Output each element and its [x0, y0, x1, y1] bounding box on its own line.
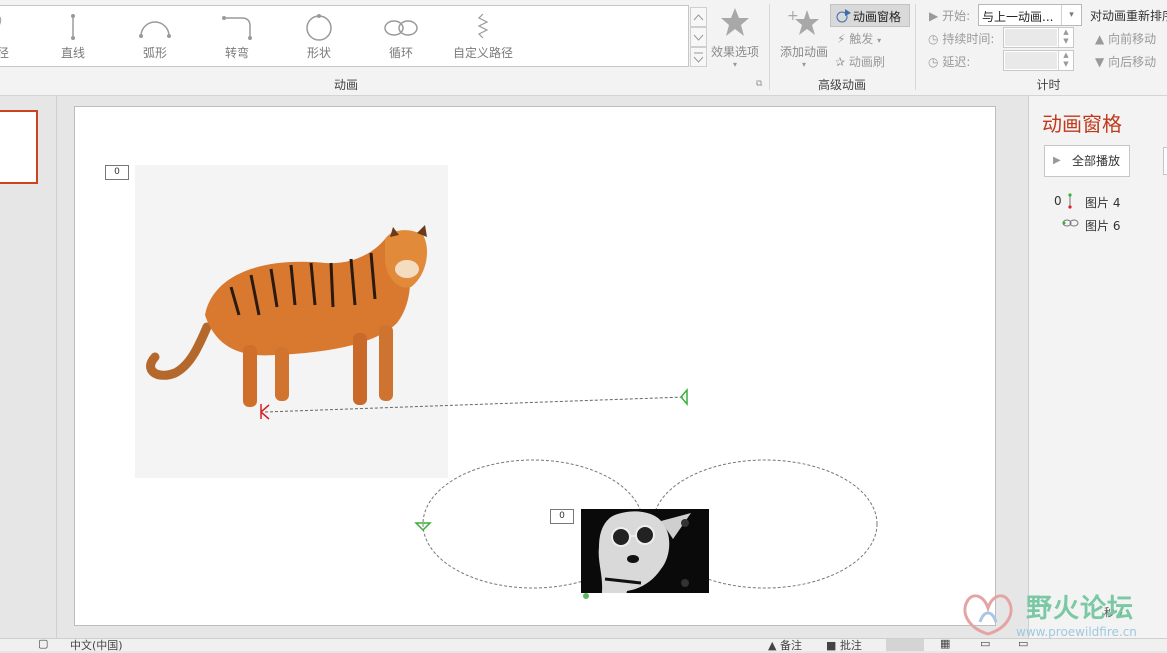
- loop-motion-icon: [1062, 219, 1079, 227]
- motion-path-gallery: 路径 直线 弧形 转弯 形状 循环 自定义路径: [0, 5, 689, 67]
- ribbon: 路径 直线 弧形 转弯 形状 循环 自定义路径 效果选项: [0, 0, 1167, 96]
- divider: [56, 96, 57, 638]
- animation-pane-label: 动画窗格: [853, 10, 902, 24]
- clock-icon: ◷: [928, 55, 939, 69]
- slide-thumbnail[interactable]: [0, 110, 38, 184]
- slide-canvas[interactable]: 0 0: [74, 106, 996, 626]
- shape-path-icon: [306, 14, 332, 41]
- loop-path-icon: [384, 20, 418, 36]
- turn-path-icon: [222, 16, 252, 40]
- comments-icon: ■: [826, 639, 837, 652]
- gallery-item-arc[interactable]: 弧形: [115, 12, 195, 61]
- language-indicator[interactable]: 中文(中国): [70, 637, 123, 653]
- arrow-up-icon: ▲: [1095, 32, 1105, 46]
- pane-title: 动画窗格: [1042, 112, 1122, 136]
- spin-arrows-icon[interactable]: ▲ ▼: [1058, 51, 1073, 70]
- line-path-icon: [71, 14, 75, 40]
- svg-text:+: +: [787, 8, 799, 24]
- motion-paths: [260, 387, 878, 589]
- chevron-down-icon: [693, 34, 704, 41]
- start-select[interactable]: 与上一动画... ▾: [978, 4, 1082, 26]
- animation-painter-button[interactable]: ✰ 动画刷: [835, 53, 885, 70]
- effect-options-label: 效果选项: [710, 45, 759, 59]
- watermark-logo: [963, 594, 1013, 636]
- reorder-title: 对动画重新排序: [1090, 9, 1167, 23]
- spin-arrows-icon[interactable]: ▲ ▼: [1058, 28, 1073, 47]
- effect-options-button[interactable]: 效果选项 ▾: [708, 6, 762, 69]
- arrow-down-icon: ▼: [1095, 55, 1105, 69]
- animation-painter-icon: ✰: [835, 55, 846, 69]
- comments-button[interactable]: ■ 批注: [826, 637, 862, 653]
- play-all-button[interactable]: ▶ 全部播放: [1044, 145, 1130, 177]
- line-motion-icon: [1068, 193, 1072, 209]
- dog-image: [581, 511, 709, 599]
- expand-gallery-icon: [693, 52, 704, 63]
- add-animation-button[interactable]: + 添加动画 ▾: [776, 6, 832, 69]
- dialog-launcher-icon[interactable]: ⧉: [756, 79, 762, 89]
- star-icon: [721, 8, 749, 36]
- custom-path-icon: [0, 16, 2, 26]
- chevron-down-icon: ▾: [1061, 5, 1081, 25]
- custom-freeform-path-icon: [477, 13, 489, 39]
- dog-picture[interactable]: [581, 509, 709, 599]
- gallery-item-turn[interactable]: 转弯: [197, 12, 277, 61]
- add-star-icon: +: [787, 8, 819, 35]
- spellcheck-icon[interactable]: ▢: [38, 637, 48, 650]
- arc-path-icon: [139, 21, 171, 38]
- gallery-item-freeform[interactable]: 自定义路径: [443, 12, 523, 61]
- chevron-down-icon: ▾: [801, 60, 806, 69]
- duration-label: ◷ 持续时间:: [928, 32, 995, 46]
- slide-sorter-icon[interactable]: ▦: [940, 637, 950, 650]
- group-label-timing: 计时: [1036, 78, 1061, 92]
- chevron-down-icon: ▾: [877, 36, 882, 45]
- move-earlier-button[interactable]: ▲ 向前移动: [1095, 30, 1156, 47]
- gallery-item-loop[interactable]: 循环: [361, 12, 441, 61]
- play-icon: ▶: [929, 9, 939, 23]
- trigger-button[interactable]: ⚡ 触发 ▾: [837, 30, 881, 47]
- pane-option-button[interactable]: [1163, 147, 1167, 175]
- add-animation-label: 添加动画: [779, 45, 828, 59]
- chevron-down-icon: ▾: [732, 60, 737, 69]
- gallery-item-line[interactable]: 直线: [33, 12, 113, 61]
- animation-pane: [1028, 96, 1167, 638]
- watermark-text: 野火论坛: [1026, 594, 1135, 624]
- watermark-url: www.proewildfire.cn: [1016, 625, 1137, 639]
- gallery-item-custom[interactable]: 路径: [0, 12, 37, 61]
- group-label-advanced: 高级动画: [817, 78, 866, 92]
- move-later-button[interactable]: ▼ 向后移动: [1095, 53, 1156, 70]
- animation-pane-icon: [836, 9, 851, 23]
- notes-button[interactable]: ▲ 备注: [768, 637, 802, 653]
- clock-icon: ◷: [928, 32, 939, 46]
- delay-label: ◷ 延迟:: [928, 55, 971, 69]
- animation-number-tag: 0: [550, 509, 574, 524]
- animation-list-item[interactable]: 图片 6: [1062, 217, 1120, 233]
- start-label: ▶ 开始:: [929, 9, 971, 23]
- lightning-icon: ⚡: [837, 32, 846, 46]
- group-label-animation: 动画: [333, 78, 358, 92]
- animation-pane-button[interactable]: 动画窗格: [830, 4, 910, 27]
- gallery-more[interactable]: [690, 47, 707, 67]
- play-icon: ▶: [1053, 155, 1061, 166]
- duration-input[interactable]: ▲ ▼: [1003, 27, 1074, 48]
- notes-icon: ▲: [768, 639, 777, 652]
- line-motion-path[interactable]: [264, 396, 686, 413]
- gallery-item-shape[interactable]: 形状: [279, 12, 359, 61]
- gallery-scroll-down[interactable]: [690, 27, 707, 47]
- path-start-marker-icon: [680, 387, 688, 407]
- normal-view-button[interactable]: [886, 639, 924, 651]
- gallery-scroll-up[interactable]: [690, 7, 707, 27]
- animation-list-item[interactable]: 0 图片 4: [1054, 193, 1120, 210]
- chevron-up-icon: [693, 14, 704, 21]
- delay-input[interactable]: ▲ ▼: [1003, 50, 1074, 71]
